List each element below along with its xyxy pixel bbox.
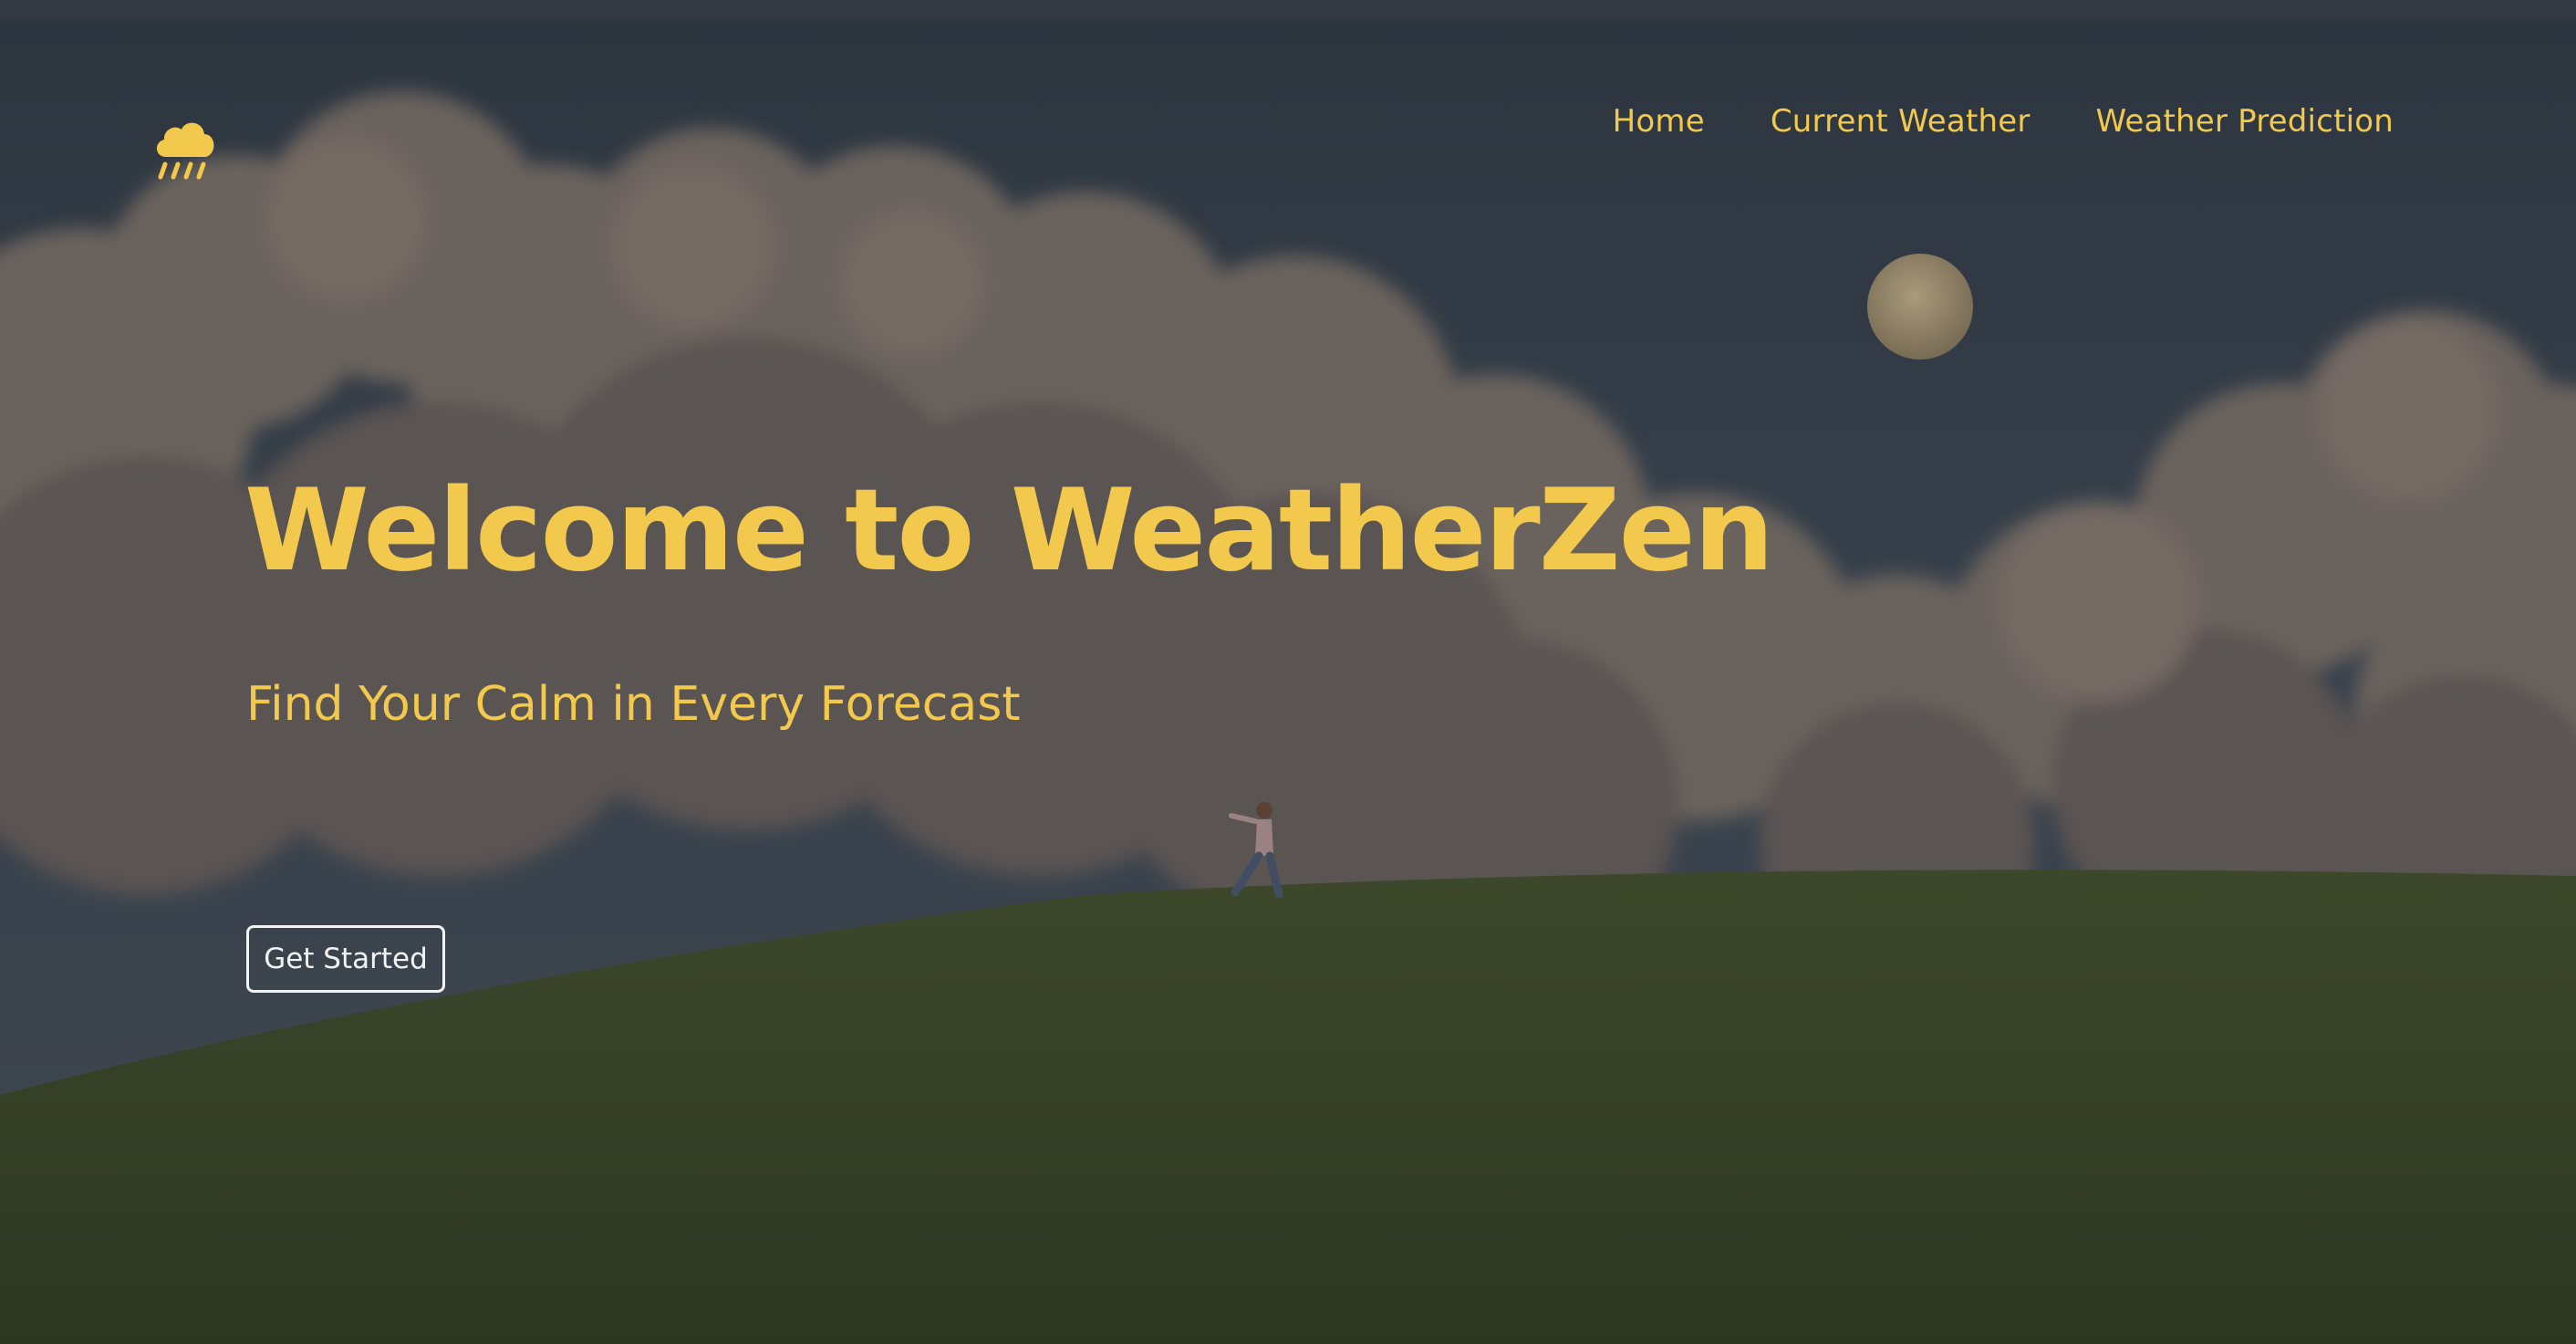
hero-section: Home Current Weather Weather Prediction … bbox=[0, 18, 2576, 1344]
hero-title: Welcome to WeatherZen bbox=[244, 465, 1774, 597]
hero-subtitle: Find Your Calm in Every Forecast bbox=[246, 677, 1021, 732]
nav-weather-prediction-link[interactable]: Weather Prediction bbox=[2096, 103, 2394, 140]
browser-top-bar bbox=[0, 0, 2576, 18]
main-nav: Home Current Weather Weather Prediction bbox=[1613, 103, 2394, 140]
cloud-rain-icon[interactable] bbox=[151, 109, 219, 182]
nav-current-weather-link[interactable]: Current Weather bbox=[1771, 103, 2031, 140]
get-started-button[interactable]: Get Started bbox=[246, 925, 445, 993]
nav-home-link[interactable]: Home bbox=[1613, 103, 1705, 140]
